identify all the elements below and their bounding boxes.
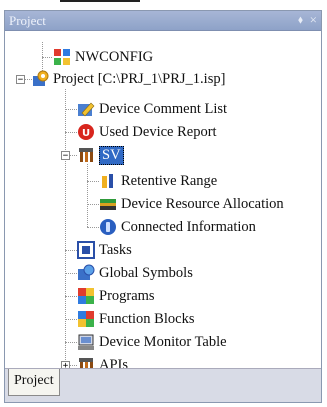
- pin-icon[interactable]: ⬧: [298, 14, 303, 27]
- tree-item-device-comment-list[interactable]: Device Comment List: [77, 98, 227, 120]
- tree-line: [87, 181, 99, 182]
- tree-line: [65, 250, 77, 251]
- tree-item-retentive-range[interactable]: Retentive Range: [99, 170, 217, 192]
- tree-line: [65, 319, 77, 320]
- system-variable-icon: [77, 146, 95, 164]
- tree-item-programs[interactable]: Programs: [77, 285, 155, 307]
- tree-item-label: Function Blocks: [99, 310, 195, 327]
- resource-allocation-icon: [99, 195, 117, 213]
- tree-item-label: Tasks: [99, 241, 132, 258]
- global-symbols-icon: [77, 264, 95, 282]
- tree-item-label: Device Comment List: [99, 100, 228, 117]
- panel-title: Project: [9, 13, 46, 28]
- tree-item-tasks[interactable]: Tasks: [77, 239, 132, 261]
- retentive-range-icon: [99, 172, 117, 190]
- tree-item-label: SV: [99, 145, 124, 165]
- comment-pencil-icon: [77, 100, 95, 118]
- tree-item-used-device-report[interactable]: U Used Device Report: [77, 121, 217, 143]
- tree-item-label: Device Resource Allocation: [121, 195, 284, 212]
- tree-line: [87, 164, 88, 227]
- programs-icon: [77, 287, 95, 305]
- top-decoration-line: [60, 0, 140, 2]
- tree-item-device-resource-allocation[interactable]: Device Resource Allocation: [99, 193, 284, 215]
- tree-item-function-blocks[interactable]: Function Blocks: [77, 308, 194, 330]
- connected-info-icon: [99, 218, 117, 236]
- tree-item-label: NWCONFIG: [75, 48, 154, 65]
- project-gear-icon: [31, 70, 49, 88]
- network-config-icon: [53, 48, 71, 66]
- tree-item-sv[interactable]: SV: [77, 144, 124, 166]
- close-icon[interactable]: ×: [310, 12, 317, 28]
- tree-item-global-symbols[interactable]: Global Symbols: [77, 262, 193, 284]
- panel-tab-strip: Project: [5, 368, 321, 402]
- tree-line: [65, 273, 77, 274]
- tree-line: [87, 204, 99, 205]
- tree-item-connected-information[interactable]: Connected Information: [99, 216, 256, 238]
- tree-line: [65, 132, 77, 133]
- tab-project[interactable]: Project: [8, 369, 60, 396]
- project-collapse-toggle[interactable]: −: [16, 75, 25, 85]
- function-blocks-icon: [77, 310, 95, 328]
- tree-line: [70, 365, 77, 366]
- project-panel: Project ⬧ × − − + NWCONFIG Project [C:\P…: [4, 10, 322, 403]
- tree-item-label: Project [C:\PRJ_1\PRJ_1.isp]: [53, 70, 226, 87]
- tasks-icon: [77, 241, 95, 259]
- panel-title-bar: Project ⬧ ×: [5, 11, 321, 31]
- tree-line: [87, 227, 99, 228]
- tree-line: [65, 89, 66, 366]
- tree-item-label: Global Symbols: [99, 264, 193, 281]
- tree-line: [42, 57, 52, 58]
- report-badge-icon: U: [77, 123, 95, 141]
- tree-item-label: Retentive Range: [121, 172, 218, 189]
- monitor-table-icon: [77, 333, 95, 351]
- tree-item-device-monitor-table[interactable]: Device Monitor Table: [77, 331, 227, 353]
- tree-item-label: Programs: [99, 287, 155, 304]
- tree-item-project[interactable]: Project [C:\PRJ_1\PRJ_1.isp]: [31, 68, 225, 90]
- tree-item-label: Used Device Report: [99, 123, 217, 140]
- tree-item-label: Connected Information: [121, 218, 256, 235]
- svg-text:U: U: [82, 128, 90, 139]
- sv-collapse-toggle[interactable]: −: [61, 151, 70, 161]
- tree-item-label: Device Monitor Table: [99, 333, 227, 350]
- tree-line: [65, 109, 77, 110]
- tree-line: [65, 342, 77, 343]
- tree-line: [70, 155, 77, 156]
- project-tree: − − + NWCONFIG Project [C:\PRJ_1\PRJ_1.i…: [5, 31, 321, 373]
- tree-item-nwconfig[interactable]: NWCONFIG: [53, 46, 153, 68]
- tree-line: [65, 296, 77, 297]
